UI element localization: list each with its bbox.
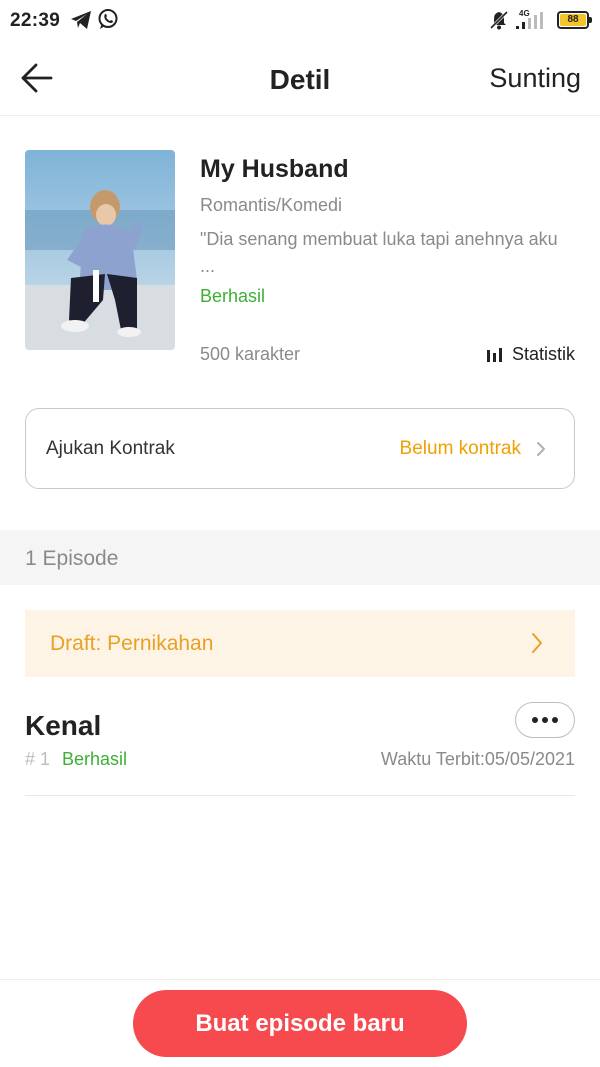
whatsapp-icon (98, 9, 118, 29)
bar-chart-icon (486, 347, 502, 362)
more-options-button[interactable] (515, 702, 575, 738)
nav-bar: Detil Sunting (0, 44, 600, 116)
book-character-count: 500 karakter (200, 344, 301, 364)
battery-level: 88 (560, 14, 586, 26)
cover-image (25, 150, 175, 350)
new-episode-button[interactable]: Buat episode baru (133, 990, 467, 1057)
mute-icon (490, 10, 508, 30)
book-cover[interactable] (25, 150, 175, 350)
statistics-label: Statistik (511, 344, 575, 364)
chevron-right-icon (532, 633, 542, 653)
status-bar: 22:39 4G 88 (0, 0, 600, 44)
chevron-right-icon (537, 442, 545, 456)
book-info: My Husband Romantis/Komedi "Dia senang m… (25, 150, 575, 370)
battery-icon: 88 (557, 11, 592, 29)
episode-item[interactable]: Kenal # 1 Berhasil Waktu Terbit:05/05/20… (25, 700, 575, 796)
episode-count: 1 Episode (25, 547, 119, 570)
draft-row[interactable]: Draft: Pernikahan (25, 610, 575, 677)
book-title: My Husband (200, 155, 349, 183)
book-status: Berhasil (200, 286, 266, 306)
episode-publish-time: Waktu Terbit:05/05/2021 (380, 749, 575, 769)
episode-title: Kenal (25, 710, 102, 741)
statistics-button[interactable]: Statistik (486, 344, 575, 365)
telegram-icon (71, 11, 91, 29)
episode-number: # 1 (25, 749, 51, 769)
episodes-header: 1 Episode (0, 530, 600, 585)
status-time: 22:39 (10, 10, 61, 31)
bottom-bar: Buat episode baru (0, 979, 600, 1067)
draft-label: Draft: Pernikahan (50, 632, 214, 655)
episode-status: Berhasil (62, 749, 128, 769)
book-description: "Dia senang membuat luka tapi anehnya ak… (200, 229, 558, 276)
more-icon (532, 717, 538, 723)
signal-icon (516, 12, 543, 29)
edit-button[interactable]: Sunting (489, 63, 581, 94)
contract-row[interactable]: Ajukan Kontrak Belum kontrak (25, 408, 575, 489)
book-genre: Romantis/Komedi (200, 195, 343, 215)
contract-status: Belum kontrak (399, 438, 521, 459)
contract-label: Ajukan Kontrak (46, 438, 175, 459)
